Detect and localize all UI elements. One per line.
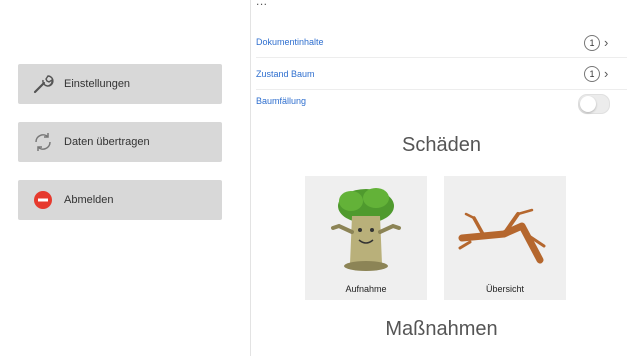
count-badge: 1 bbox=[584, 35, 600, 51]
damages-title: Schäden bbox=[402, 134, 481, 156]
transfer-data-label: Daten übertragen bbox=[64, 136, 150, 148]
wrench-icon bbox=[30, 71, 56, 97]
row-label: Zustand Baum bbox=[256, 69, 315, 79]
row-label: Dokumentinhalte bbox=[256, 37, 324, 47]
tree-character-icon bbox=[331, 188, 401, 271]
settings-label: Einstellungen bbox=[64, 78, 131, 90]
list-item-tree-condition[interactable]: Zustand Baum 1 › bbox=[256, 60, 627, 90]
overview-label: Übersicht bbox=[485, 284, 524, 294]
logout-button[interactable]: Abmelden bbox=[18, 180, 222, 220]
list-item-documents[interactable]: Dokumentinhalte 1 › bbox=[256, 28, 627, 58]
transfer-data-button[interactable]: Daten übertragen bbox=[18, 122, 222, 162]
toggle-knob bbox=[580, 96, 596, 112]
row-label: Baumfällung bbox=[256, 96, 307, 106]
chevron-right-icon: › bbox=[604, 66, 609, 81]
minus-circle-icon bbox=[30, 187, 56, 213]
panel-divider bbox=[250, 0, 251, 356]
logout-label: Abmelden bbox=[64, 194, 114, 206]
chevron-right-icon: › bbox=[604, 35, 609, 50]
measures-title: Maßnahmen bbox=[385, 318, 498, 340]
felling-toggle[interactable] bbox=[578, 94, 610, 114]
settings-button[interactable]: Einstellungen bbox=[18, 64, 222, 104]
capture-tile[interactable]: Aufnahme bbox=[305, 176, 427, 300]
list-item-tree-felling: Baumfällung bbox=[256, 90, 627, 120]
count-badge: 1 bbox=[584, 66, 600, 82]
broken-branch-icon bbox=[458, 208, 546, 264]
capture-label: Aufnahme bbox=[345, 284, 387, 294]
sync-icon bbox=[30, 129, 56, 155]
overview-tile[interactable]: Übersicht bbox=[444, 176, 566, 300]
cut-off-heading: ... bbox=[256, 0, 268, 8]
